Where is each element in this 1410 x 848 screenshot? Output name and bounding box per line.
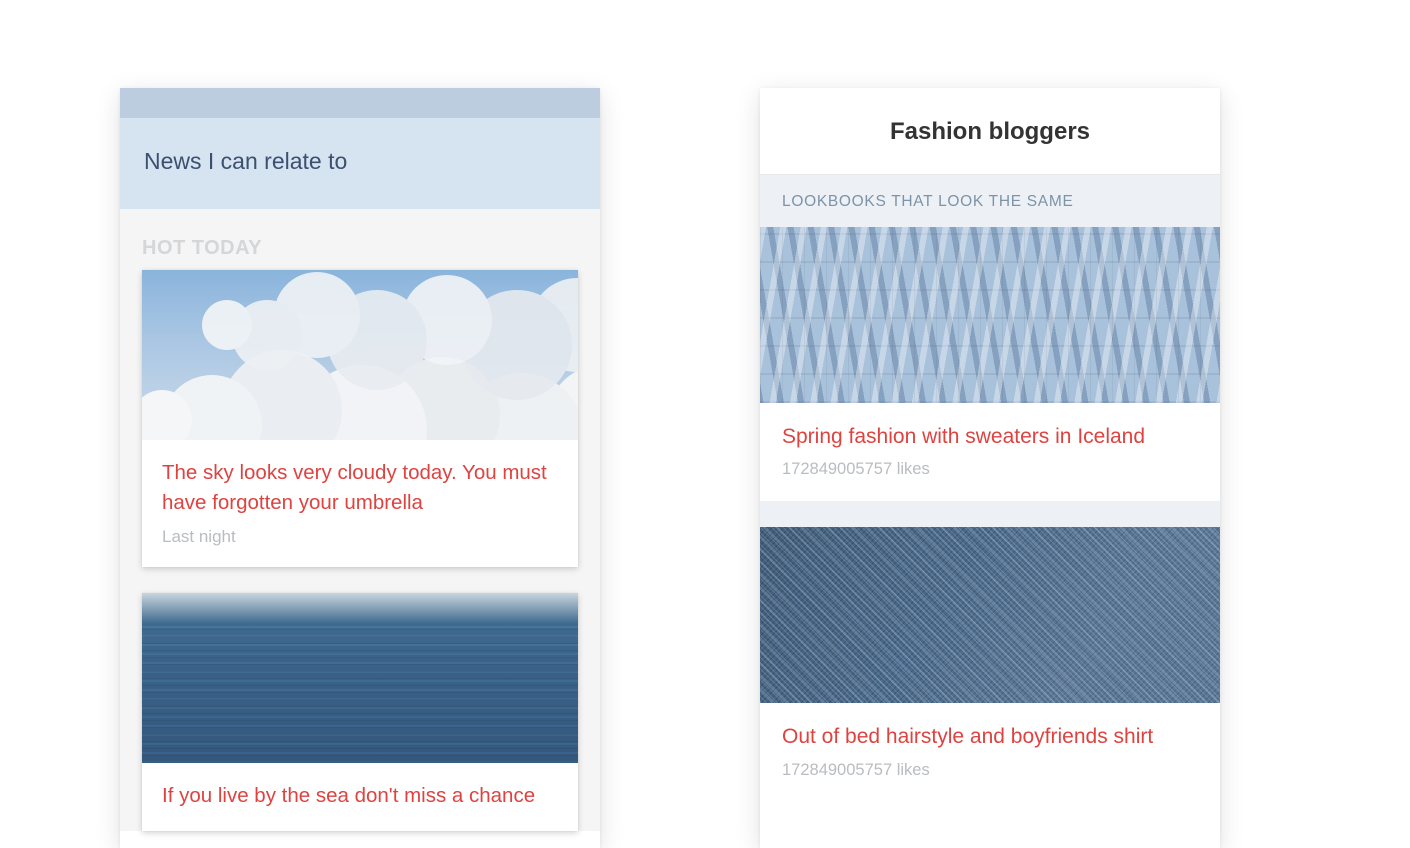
- section-header-lookbooks: LOOKBOOKS THAT LOOK THE SAME: [760, 175, 1220, 227]
- fashion-card-likes: 172849005757 likes: [782, 460, 1198, 479]
- fashion-card[interactable]: Spring fashion with sweaters in Iceland …: [760, 227, 1220, 501]
- news-card-timestamp: Last night: [162, 527, 558, 547]
- phone-fashion: Fashion bloggers LOOKBOOKS THAT LOOK THE…: [760, 88, 1220, 848]
- section-header-label: LOOKBOOKS THAT LOOK THE SAME: [782, 193, 1198, 211]
- app-header: News I can relate to: [120, 118, 600, 209]
- feed-body: HOT TODAY The sky looks very cloudy toda…: [120, 209, 600, 831]
- news-card[interactable]: If you live by the sea don't miss a chan…: [142, 593, 578, 831]
- fashion-card[interactable]: Out of bed hairstyle and boyfriends shir…: [760, 527, 1220, 801]
- section-header-hot-today: HOT TODAY: [142, 237, 578, 260]
- fashion-card-title: Out of bed hairstyle and boyfriends shir…: [782, 723, 1198, 750]
- news-card-image: [142, 593, 578, 763]
- fashion-card-body: Out of bed hairstyle and boyfriends shir…: [760, 703, 1220, 801]
- news-card-title: The sky looks very cloudy today. You mus…: [162, 458, 558, 517]
- fashion-card-image: [760, 527, 1220, 703]
- news-card-title: If you live by the sea don't miss a chan…: [162, 781, 558, 811]
- fashion-card-image: [760, 227, 1220, 403]
- news-card[interactable]: The sky looks very cloudy today. You mus…: [142, 270, 578, 567]
- phone-news: News I can relate to HOT TODAY The sky l…: [120, 88, 600, 848]
- fashion-card-body: Spring fashion with sweaters in Iceland …: [760, 403, 1220, 501]
- app-title: Fashion bloggers: [780, 118, 1200, 146]
- feed-body: Spring fashion with sweaters in Iceland …: [760, 227, 1220, 802]
- news-card-body: The sky looks very cloudy today. You mus…: [142, 440, 578, 567]
- app-header: Fashion bloggers: [760, 88, 1220, 175]
- fashion-card-title: Spring fashion with sweaters in Iceland: [782, 423, 1198, 450]
- status-bar: [120, 88, 600, 118]
- news-card-body: If you live by the sea don't miss a chan…: [142, 763, 578, 831]
- app-title: News I can relate to: [144, 148, 576, 175]
- fashion-card-likes: 172849005757 likes: [782, 761, 1198, 780]
- news-card-image: [142, 270, 578, 440]
